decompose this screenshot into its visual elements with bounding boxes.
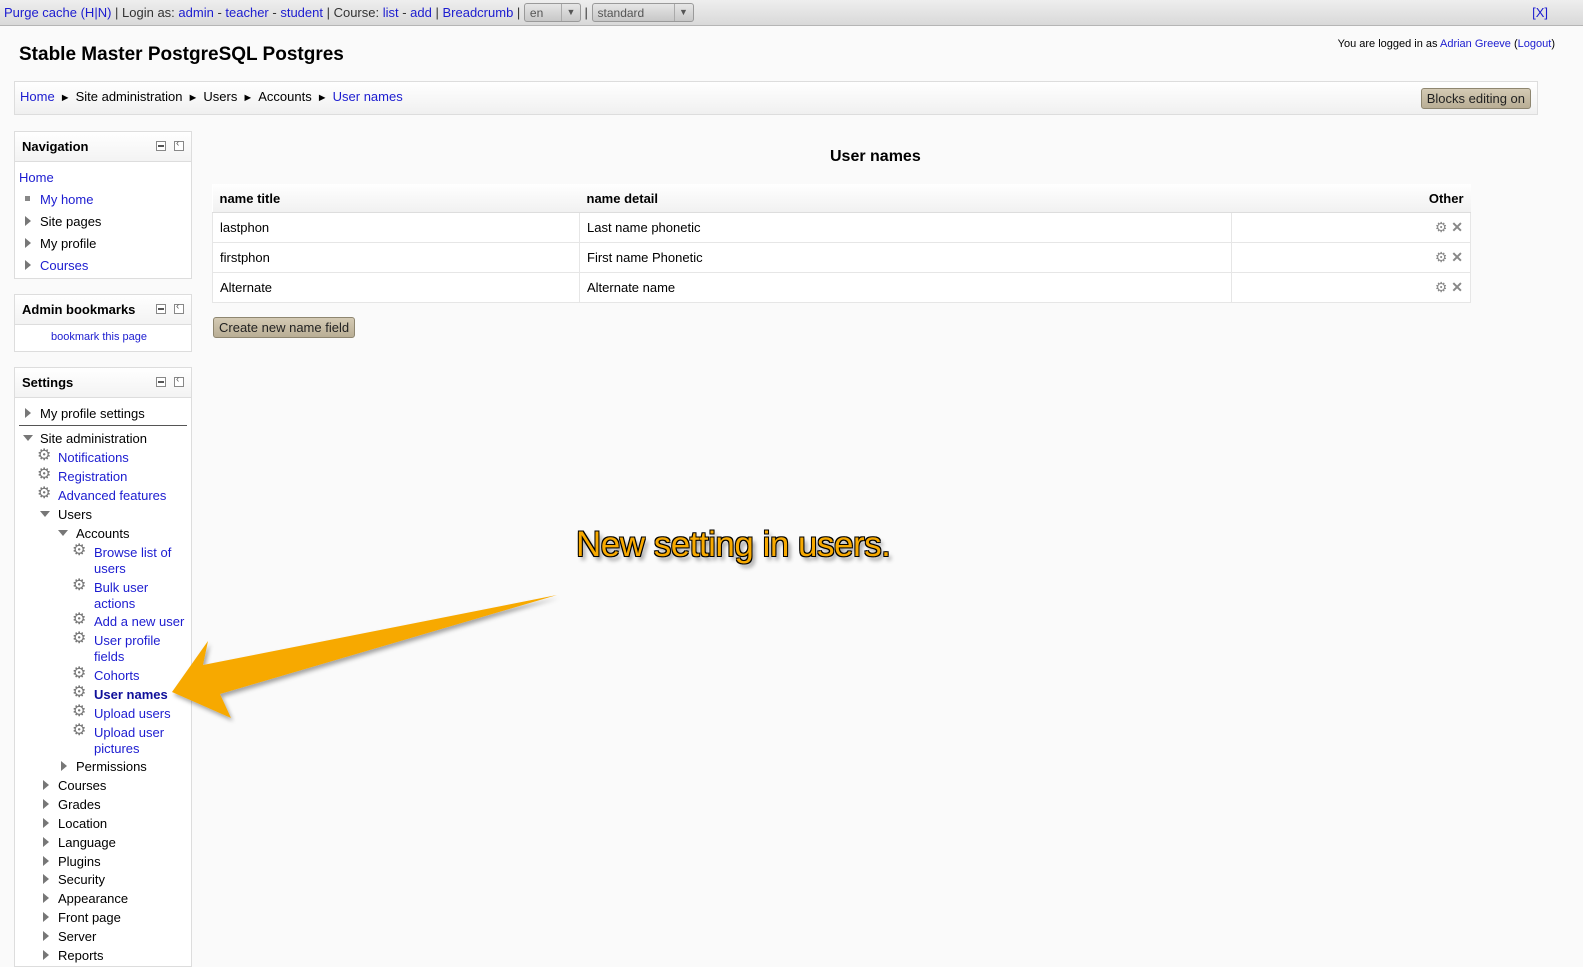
annotation-arrow-icon: [172, 595, 557, 718]
annotation-callout-text: New setting in users.: [576, 525, 891, 564]
